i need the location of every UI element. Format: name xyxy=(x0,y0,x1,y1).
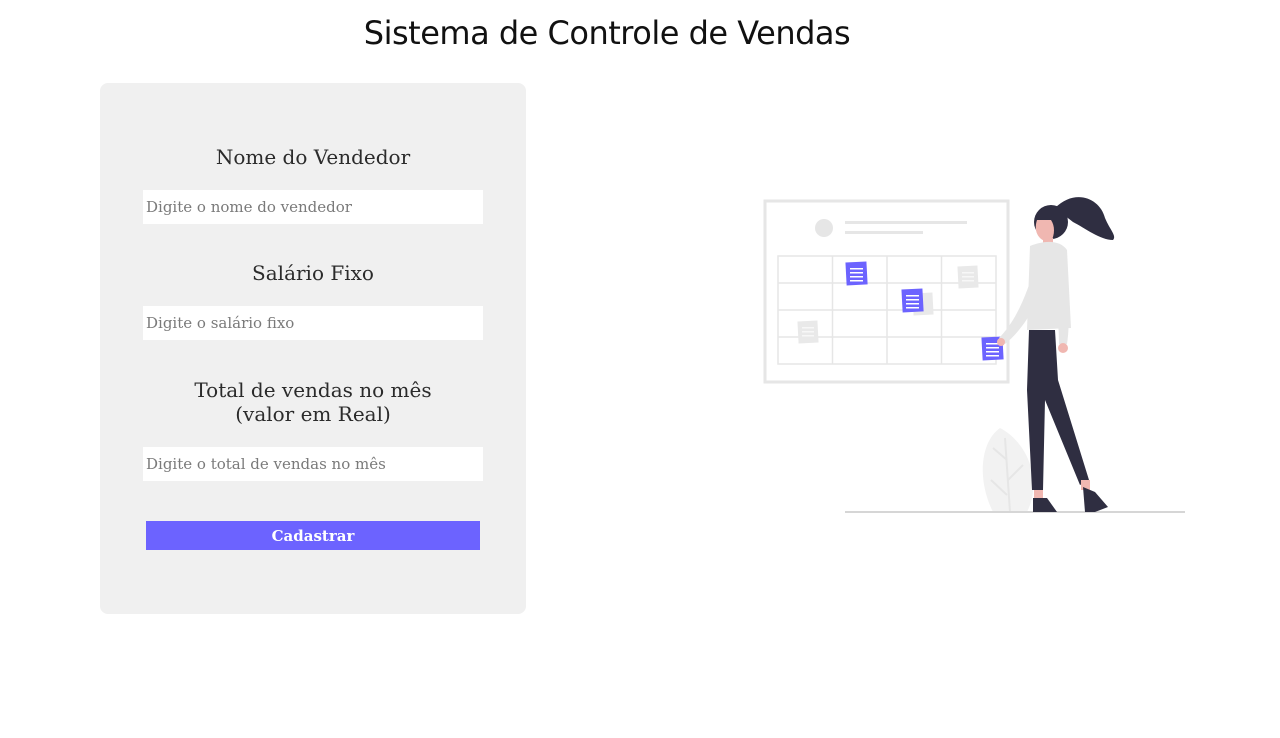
monthly-sales-label: Total de vendas no mês (valor em Real) xyxy=(100,378,526,426)
woman-calendar-illustration xyxy=(763,197,1185,513)
fixed-salary-input[interactable] xyxy=(143,306,483,340)
seller-name-label: Nome do Vendedor xyxy=(215,145,411,169)
fixed-salary-label: Salário Fixo xyxy=(252,261,374,285)
purple-note-1 xyxy=(845,261,868,286)
register-button[interactable]: Cadastrar xyxy=(146,521,480,550)
monthly-sales-label-line1: Total de vendas no mês xyxy=(194,378,432,402)
grey-note-2 xyxy=(797,320,819,344)
calendar-board xyxy=(763,199,1010,384)
monthly-sales-label-line2: (valor em Real) xyxy=(235,402,391,426)
seller-name-input[interactable] xyxy=(143,190,483,224)
grey-note-1 xyxy=(957,265,979,289)
page-title: Sistema de Controle de Vendas xyxy=(363,14,851,52)
plant-leaf xyxy=(982,428,1034,513)
purple-note-2 xyxy=(901,288,924,313)
monthly-sales-input[interactable] xyxy=(143,447,483,481)
seller-form: Nome do Vendedor Salário Fixo Total de v… xyxy=(100,83,526,614)
page: Sistema de Controle de Vendas Nome do Ve… xyxy=(0,0,1280,738)
